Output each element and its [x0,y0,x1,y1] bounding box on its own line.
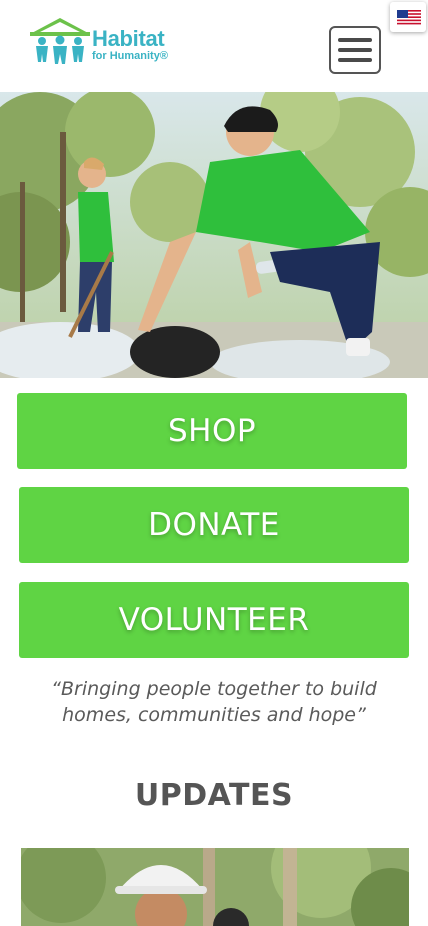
volunteers-collecting-trash-photo [0,92,428,378]
donate-button[interactable]: DONATE [19,487,409,563]
shop-button[interactable]: SHOP [17,393,407,469]
habitat-logo[interactable]: Habitat for Humanity® [28,16,178,66]
volunteer-hard-hat-photo [21,848,409,926]
site-header: Habitat for Humanity® [0,0,428,92]
shop-button-label: SHOP [167,413,257,449]
mission-tagline: “Bringing people together to build homes… [51,678,377,726]
language-selector[interactable] [390,2,426,32]
hamburger-menu-icon-bar [338,58,372,62]
habitat-house-icon [30,18,90,64]
menu-button[interactable] [329,26,381,74]
logo-text: Habitat for Humanity® [92,28,168,62]
hero-image [0,92,428,378]
updates-heading: UPDATES [134,778,294,813]
update-card-image[interactable] [21,848,409,926]
hamburger-menu-icon [338,38,372,42]
hamburger-menu-icon-bar [338,48,372,52]
donate-button-label: DONATE [148,507,280,543]
volunteer-button[interactable]: VOLUNTEER [19,582,409,658]
us-flag-icon [397,10,421,25]
logo-title: Habitat [92,26,165,51]
logo-subtitle: for Humanity® [92,50,168,62]
volunteer-button-label: VOLUNTEER [118,602,310,638]
